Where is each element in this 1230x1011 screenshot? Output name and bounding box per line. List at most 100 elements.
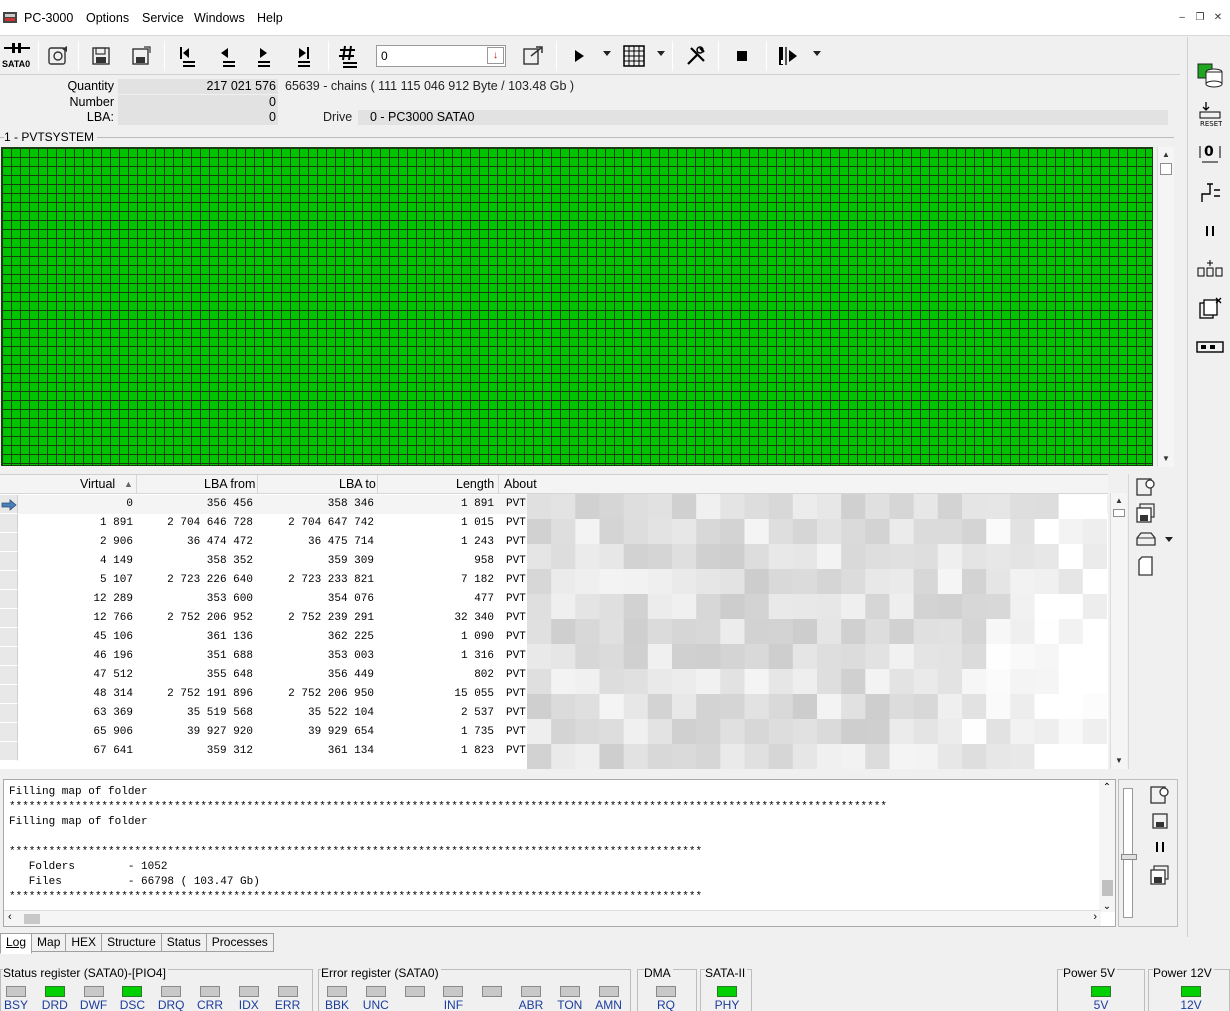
cell-lba-from: 2 723 226 640 (167, 574, 253, 586)
grid-dropdown-icon[interactable] (657, 51, 665, 56)
table-new-button[interactable] (1138, 556, 1154, 579)
status-led-label: ABR (518, 998, 544, 1011)
menu-options[interactable]: Options (86, 11, 129, 25)
start-dropdown-icon[interactable] (603, 51, 611, 56)
tab-processes[interactable]: Processes (205, 933, 274, 952)
grid-view-button[interactable] (619, 41, 649, 71)
first-button[interactable] (172, 41, 202, 71)
col-length[interactable]: Length (456, 477, 494, 491)
log-save-button[interactable] (1151, 812, 1169, 833)
log-vscrollbar[interactable]: ⌃ ⌄ (1099, 780, 1115, 912)
redaction-block (1034, 619, 1060, 645)
connect-button[interactable] (1198, 180, 1222, 206)
sata-port-button[interactable] (2, 39, 32, 57)
table-scroll-thumb[interactable] (1113, 509, 1125, 517)
log-save-as-button[interactable] (1149, 864, 1171, 889)
goto-lba-button[interactable] (334, 41, 364, 71)
redaction-block (527, 644, 552, 670)
redaction-block (986, 544, 1011, 570)
table-save-button[interactable] (1135, 502, 1157, 527)
menu-bar: PC-3000 Options Service Windows Help – ❐… (0, 0, 1230, 36)
tab-map[interactable]: Map (31, 933, 67, 952)
reset-button[interactable]: RESET (1198, 100, 1223, 128)
table-side-tools (1128, 474, 1180, 769)
redaction-block (720, 694, 745, 720)
last-button[interactable] (290, 41, 320, 71)
menu-help[interactable]: Help (257, 11, 283, 25)
tab-structure[interactable]: Structure (101, 933, 162, 952)
redaction-block (986, 494, 1011, 520)
scroll-up-icon[interactable]: ⌃ (1099, 782, 1115, 793)
previous-button[interactable] (212, 41, 242, 71)
redaction-block (986, 594, 1011, 620)
log-hscroll-thumb[interactable] (24, 914, 40, 924)
log-pause-button[interactable] (1154, 840, 1166, 857)
save-as-button[interactable] (126, 41, 156, 71)
minimize-icon[interactable]: – (1176, 12, 1188, 24)
col-virtual[interactable]: Virtual (80, 477, 115, 491)
tab-log[interactable]: Log (0, 933, 33, 954)
gear-refresh-icon (48, 46, 67, 65)
cell-about: PVT (506, 536, 526, 548)
mode-button[interactable] (773, 41, 803, 71)
power-cycle-button[interactable]: 0 (1198, 140, 1222, 166)
log-panel[interactable]: Filling map of folder ******************… (3, 779, 1116, 927)
map-scroll-thumb[interactable] (1160, 163, 1172, 175)
redaction-block (1010, 744, 1035, 769)
next-button[interactable] (250, 41, 280, 71)
scroll-down-icon[interactable]: ⌄ (1099, 901, 1115, 912)
log-hscrollbar[interactable]: ‹ › (4, 910, 1101, 926)
map-scrollbar[interactable]: ▲ ▼ (1157, 147, 1174, 467)
save-button[interactable] (86, 41, 116, 71)
svg-text:0: 0 (1204, 144, 1214, 160)
col-lba-from[interactable]: LBA from (204, 477, 255, 491)
tab-status[interactable]: Status (160, 933, 207, 952)
log-settings-button[interactable] (1149, 784, 1171, 809)
menu-windows[interactable]: Windows (194, 11, 245, 25)
export-button[interactable] (518, 41, 548, 71)
table-folder-button[interactable] (1135, 530, 1157, 551)
start-button[interactable] (564, 41, 594, 71)
col-about[interactable]: About (504, 477, 537, 491)
status-led (238, 986, 259, 997)
folder-dropdown-icon[interactable] (1165, 537, 1173, 542)
log-level-thumb[interactable] (1121, 854, 1137, 860)
mode-dropdown-icon[interactable] (813, 51, 821, 56)
cable-button[interactable] (1196, 338, 1224, 356)
tools-button[interactable] (681, 41, 711, 71)
cell-lba-from: 361 136 (206, 631, 253, 643)
copy-close-button[interactable] (1197, 296, 1223, 322)
redaction-block (696, 619, 721, 645)
scroll-down-icon[interactable]: ▼ (1111, 753, 1127, 769)
scroll-right-icon[interactable]: › (1093, 911, 1097, 923)
stop-button[interactable] (727, 41, 757, 71)
sector-map-grid[interactable] (1, 147, 1153, 466)
blank-page-icon (1138, 556, 1153, 576)
log-scroll-thumb[interactable] (1102, 880, 1113, 896)
scroll-up-icon[interactable]: ▲ (1158, 147, 1174, 163)
app-icon (3, 12, 17, 23)
refresh-settings-button[interactable] (43, 41, 73, 71)
table-scrollbar[interactable]: ▲ ▼ (1110, 493, 1127, 769)
status-register-title: Status register (SATA0)-[PIO4] (3, 966, 168, 980)
scroll-up-icon[interactable]: ▲ (1111, 493, 1127, 509)
log-level-slider[interactable] (1123, 788, 1133, 918)
scroll-left-icon[interactable]: ‹ (8, 911, 12, 923)
redaction-block (841, 544, 866, 570)
col-lba-to[interactable]: LBA to (339, 477, 376, 491)
drive-db-button[interactable] (1196, 58, 1224, 88)
redaction-block (817, 619, 842, 645)
table-settings-button[interactable] (1135, 476, 1157, 501)
lba-input-arrow-icon[interactable]: ↓ (487, 47, 504, 64)
restore-icon[interactable]: ❐ (1194, 12, 1206, 24)
redaction-block (1058, 669, 1084, 695)
scroll-down-icon[interactable]: ▼ (1158, 451, 1174, 467)
map-title: 1 - PVTSYSTEM (4, 130, 98, 144)
pause-button[interactable] (1203, 224, 1217, 238)
redaction-block (696, 719, 721, 745)
menu-service[interactable]: Service (142, 11, 184, 25)
redaction-block (623, 544, 649, 570)
tab-hex[interactable]: HEX (65, 933, 103, 952)
power-switch-button[interactable] (1197, 258, 1223, 282)
close-icon[interactable]: ✕ (1212, 12, 1224, 24)
